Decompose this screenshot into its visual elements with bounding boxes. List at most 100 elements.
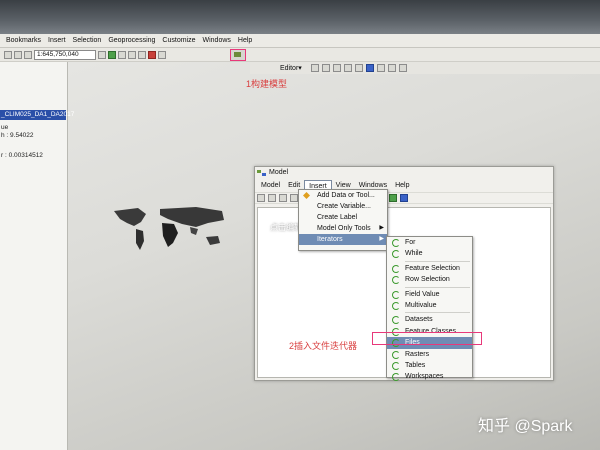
- save-icon[interactable]: [257, 194, 265, 202]
- iterator-multivalue[interactable]: Multivalue: [387, 300, 472, 311]
- menu-item-create-label[interactable]: Create Label: [299, 212, 387, 223]
- iterator-icon: [392, 350, 400, 359]
- add-data-icon[interactable]: [24, 50, 32, 59]
- pan-icon[interactable]: [376, 64, 385, 72]
- menu-item-label: Create Variable...: [317, 203, 371, 210]
- menu-geoprocessing[interactable]: Geoprocessing: [108, 37, 155, 44]
- model-menu-help[interactable]: Help: [391, 180, 413, 191]
- model-title-bar[interactable]: Model: [255, 167, 553, 179]
- menu-item-label: Iterators: [317, 236, 343, 243]
- submenu-arrow-icon: ▶: [379, 225, 384, 231]
- run-icon[interactable]: [400, 194, 408, 202]
- cut-icon[interactable]: [279, 194, 287, 202]
- redo-icon[interactable]: [14, 50, 22, 59]
- legend-label: ue: [1, 124, 9, 131]
- iterator-datasets[interactable]: Datasets: [387, 314, 472, 325]
- search-window-icon[interactable]: [138, 50, 146, 59]
- sketch-tool-icon[interactable]: [321, 64, 330, 72]
- iterator-label: Feature Selection: [405, 264, 460, 272]
- curve-tool-icon[interactable]: [343, 64, 352, 72]
- iterator-while[interactable]: While: [387, 248, 472, 259]
- zhihu-watermark: 知乎 @Spark: [478, 418, 573, 435]
- menu-item-label: Model Only Tools: [317, 225, 371, 232]
- iterator-row-selection[interactable]: Row Selection: [387, 274, 472, 285]
- python-window-icon[interactable]: [158, 50, 166, 59]
- legend-low-value: r : 0.00314512: [1, 152, 43, 159]
- scale-dropdown-icon[interactable]: [98, 50, 106, 59]
- iterator-icon: [392, 316, 400, 325]
- copy-icon[interactable]: [290, 194, 298, 202]
- standard-toolbar: 1:645,750,040: [0, 48, 600, 62]
- line-tool-icon[interactable]: [332, 64, 341, 72]
- iterator-rasters[interactable]: Rasters: [387, 349, 472, 360]
- selected-layer[interactable]: _CLIM025_DA1_DA2017: [0, 110, 74, 120]
- menu-bookmarks[interactable]: Bookmarks: [6, 37, 41, 44]
- menu-help[interactable]: Help: [238, 37, 252, 44]
- menu-item-add-data[interactable]: Add Data or Tool...: [299, 190, 387, 201]
- identify-icon[interactable]: [387, 64, 396, 72]
- editor-menu[interactable]: Editor▾: [280, 64, 302, 72]
- legend-high-value: h : 9.54022: [1, 132, 34, 139]
- menu-separator: [405, 286, 470, 288]
- validate-icon[interactable]: [389, 194, 397, 202]
- edit-tool-icon[interactable]: [310, 64, 319, 72]
- menu-customize[interactable]: Customize: [162, 37, 195, 44]
- menu-item-iterators[interactable]: Iterators ▶: [299, 234, 387, 245]
- iterator-icon: [392, 361, 400, 370]
- iterator-label: Row Selection: [405, 276, 450, 284]
- iterator-icon: [392, 373, 400, 382]
- vertex-tool-icon[interactable]: [354, 64, 363, 72]
- tools-toolbar: Editor▾: [250, 62, 600, 74]
- menu-item-label: Add Data or Tool...: [317, 192, 375, 199]
- submenu-arrow-icon: ▶: [379, 236, 384, 242]
- menu-insert[interactable]: Insert: [48, 37, 66, 44]
- insert-dropdown-menu: Add Data or Tool... Create Variable... C…: [298, 189, 388, 251]
- iterator-label: While: [405, 250, 423, 258]
- iterator-label: For: [405, 239, 416, 246]
- modelbuilder-icon[interactable]: [230, 49, 246, 61]
- iterator-label: Multivalue: [405, 301, 437, 309]
- iterator-icon: [392, 239, 400, 247]
- annotation-insert-file-iterator: 2插入文件迭代器: [289, 341, 358, 351]
- iterator-field-value[interactable]: Field Value: [387, 289, 472, 300]
- iterator-icon: [392, 250, 400, 259]
- table-of-contents: _CLIM025_DA1_DA2017 ue h : 9.54022 r : 0…: [0, 62, 74, 450]
- iterator-label: Tables: [405, 361, 426, 369]
- zoom-in-icon[interactable]: [365, 64, 374, 72]
- measure-icon[interactable]: [398, 64, 407, 72]
- iterator-icon: [392, 276, 400, 285]
- iterator-label: Workspaces: [405, 373, 444, 381]
- map-scale-field[interactable]: 1:645,750,040: [34, 49, 96, 60]
- iterator-for[interactable]: For: [387, 237, 472, 248]
- menu-item-label: Create Label: [317, 214, 358, 221]
- model-icon: [257, 170, 266, 176]
- files-highlight-box: [372, 332, 482, 345]
- iterator-icon: [392, 301, 400, 310]
- menu-selection[interactable]: Selection: [73, 37, 102, 44]
- iterator-icon: [392, 290, 400, 299]
- monitor-bezel: [0, 0, 600, 34]
- main-menubar: Bookmarks Insert Selection Geoprocessing…: [0, 34, 600, 48]
- table-of-contents-icon[interactable]: [118, 50, 126, 59]
- iterator-feature-selection[interactable]: Feature Selection: [387, 263, 472, 274]
- iterator-label: Field Value: [405, 290, 440, 298]
- world-map-raster: [114, 207, 224, 250]
- undo-icon[interactable]: [4, 50, 12, 59]
- iterator-tables[interactable]: Tables: [387, 360, 472, 371]
- model-title: Model: [269, 169, 289, 176]
- iterator-label: Datasets: [405, 316, 433, 324]
- iterators-submenu: For While Feature Selection Row Selectio…: [386, 236, 473, 382]
- add-data-icon: [303, 192, 310, 199]
- catalog-icon[interactable]: [128, 50, 136, 59]
- model-menu-model[interactable]: Model: [257, 180, 284, 191]
- menu-item-model-only-tools[interactable]: Model Only Tools ▶: [299, 223, 387, 234]
- iterator-label: Rasters: [405, 350, 430, 358]
- menu-separator: [405, 260, 470, 262]
- print-icon[interactable]: [268, 194, 276, 202]
- menu-item-create-variable[interactable]: Create Variable...: [299, 201, 387, 212]
- arctoolbox-icon[interactable]: [148, 50, 156, 59]
- menu-separator: [405, 311, 470, 314]
- menu-windows[interactable]: Windows: [203, 37, 231, 44]
- iterator-workspaces[interactable]: Workspaces: [387, 371, 472, 382]
- editor-toolbar-icon[interactable]: [108, 50, 116, 59]
